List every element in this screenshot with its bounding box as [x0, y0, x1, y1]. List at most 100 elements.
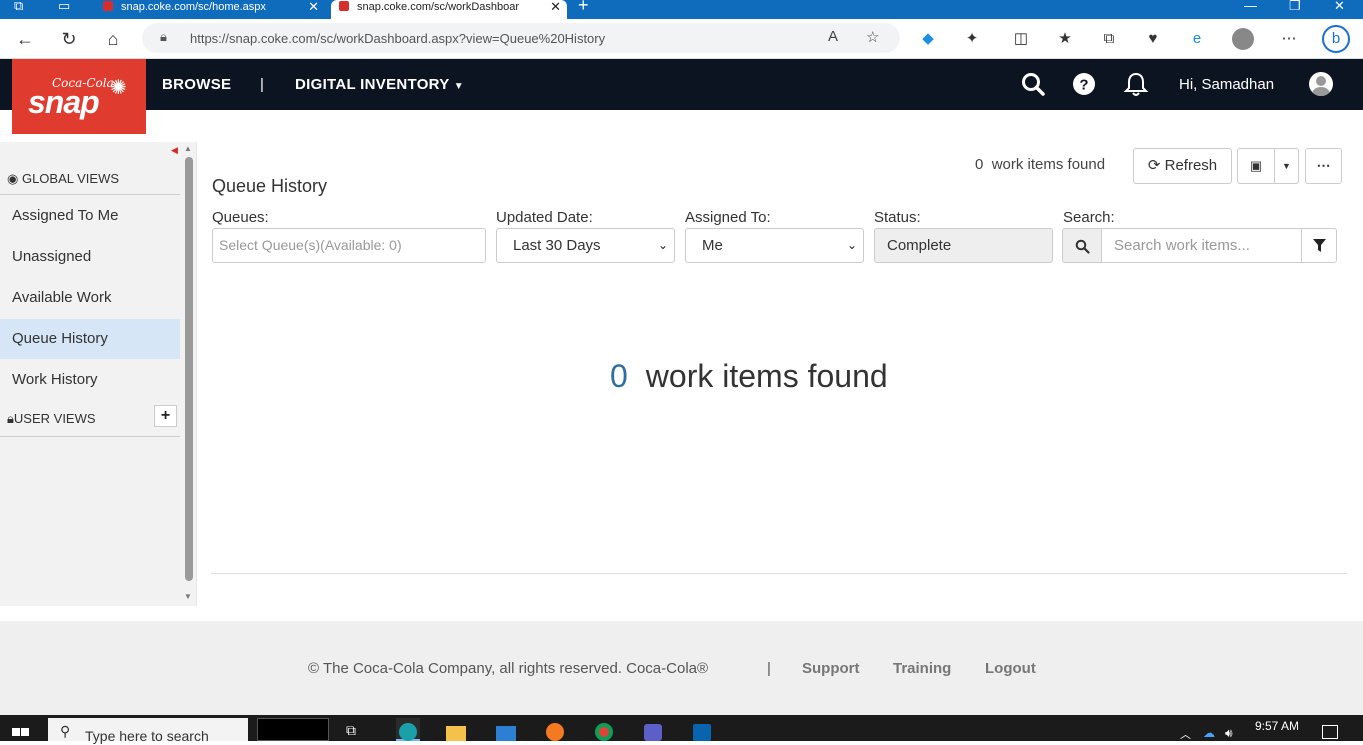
sidebar-item-assigned-to-me[interactable]: Assigned To Me: [0, 196, 180, 236]
chrome-icon[interactable]: [592, 718, 616, 741]
extensions-puzzle-icon[interactable]: ✦: [961, 28, 983, 50]
snap-favicon-icon: [103, 1, 113, 11]
assigned-to-select[interactable]: Me ⌄: [685, 228, 864, 263]
browser-essentials-icon[interactable]: ♥: [1142, 28, 1164, 50]
extension-shield-icon[interactable]: ◆: [917, 28, 939, 50]
assigned-to-value: Me: [702, 237, 723, 254]
tab-work-dashboard[interactable]: snap.coke.com/sc/workDashboar ✕: [331, 0, 567, 19]
refresh-button[interactable]: ⟳ Refresh: [1133, 148, 1232, 184]
logout-link[interactable]: Logout: [985, 660, 1036, 677]
refresh-label: Refresh: [1164, 157, 1218, 174]
global-views-heading: ◉ GLOBAL VIEWS: [7, 171, 119, 187]
add-user-view-button[interactable]: +: [154, 405, 177, 427]
taskbar-search-placeholder: Type here to search: [85, 728, 209, 744]
outlook-icon[interactable]: [690, 718, 714, 741]
save-view-button[interactable]: ▣: [1237, 148, 1275, 184]
close-tab-icon[interactable]: ✕: [550, 0, 561, 14]
tab-home[interactable]: snap.coke.com/sc/home.aspx ✕: [97, 0, 325, 19]
sidebar-item-available-work[interactable]: Available Work: [0, 278, 180, 318]
new-tab-icon[interactable]: +: [578, 0, 589, 14]
browser-toolbar: ← ↻ ⌂ 🔒︎ https://snap.coke.com/sc/workDa…: [0, 19, 1363, 59]
task-view-icon[interactable]: ⧉: [346, 722, 370, 745]
volume-icon[interactable]: 🔊︎: [1225, 726, 1233, 741]
reload-icon[interactable]: ↻: [57, 27, 81, 51]
file-explorer-icon[interactable]: [444, 718, 468, 741]
chevron-down-icon: ⌄: [657, 238, 668, 252]
tab-title: snap.coke.com/sc/workDashboar: [357, 1, 520, 13]
close-tab-icon[interactable]: ✕: [308, 0, 319, 14]
collapse-sidebar-icon[interactable]: ◀: [171, 145, 178, 156]
collections-icon[interactable]: ⧉: [1098, 28, 1120, 50]
queues-label: Queues:: [212, 209, 269, 226]
count-label: work items found: [991, 156, 1106, 173]
show-hidden-icons-chevron-icon[interactable]: ︿: [1180, 726, 1191, 742]
minimize-icon[interactable]: —: [1244, 0, 1257, 12]
close-window-icon[interactable]: ✕: [1334, 0, 1345, 12]
tab-title: snap.coke.com/sc/home.aspx: [121, 1, 266, 13]
mail-icon[interactable]: [494, 718, 518, 741]
training-link[interactable]: Training: [893, 660, 951, 677]
filter-funnel-icon: [1313, 239, 1326, 252]
favorites-icon[interactable]: ★: [1054, 28, 1076, 50]
teams-icon[interactable]: [641, 718, 665, 741]
restore-icon[interactable]: ❐: [1289, 0, 1301, 12]
nav-separator: |: [260, 76, 265, 93]
windows-start-icon[interactable]: [10, 718, 34, 741]
notification-center-icon[interactable]: [1322, 725, 1338, 739]
divider: [0, 436, 180, 437]
firefox-icon[interactable]: [543, 718, 567, 741]
url-text[interactable]: https://snap.coke.com/sc/workDashboard.a…: [190, 31, 605, 46]
tab-actions-icon[interactable]: ▭: [58, 0, 70, 12]
search-icon: [1075, 239, 1090, 254]
profile-icon[interactable]: [1232, 28, 1254, 50]
lock-icon[interactable]: 🔒︎: [160, 29, 167, 45]
footer-separator: |: [767, 660, 771, 677]
edge-taskbar-icon[interactable]: [396, 718, 420, 741]
coca-cola-app-icon[interactable]: [257, 718, 329, 741]
address-bar[interactable]: 🔒︎ https://snap.coke.com/sc/workDashboar…: [142, 23, 900, 53]
sidebar-item-queue-history[interactable]: Queue History: [0, 319, 180, 359]
home-icon[interactable]: ⌂: [101, 27, 125, 51]
page-title: Queue History: [212, 176, 328, 196]
back-icon[interactable]: ←: [13, 27, 37, 51]
count-value: 0: [975, 156, 984, 173]
favorite-star-icon[interactable]: ☆: [866, 28, 879, 46]
more-actions-button[interactable]: ⋯: [1305, 148, 1342, 184]
snap-logo[interactable]: Coca-Cola snap ✺: [12, 59, 146, 134]
copyright-text: © The Coca-Cola Company, all rights rese…: [308, 660, 709, 677]
user-avatar[interactable]: [1309, 72, 1333, 96]
queues-select[interactable]: Select Queue(s)(Available: 0): [212, 228, 486, 263]
help-icon[interactable]: ?: [1071, 71, 1097, 97]
globe-icon: ◉: [7, 171, 19, 186]
support-link[interactable]: Support: [802, 660, 860, 677]
user-greeting[interactable]: Hi, Samadhan: [1179, 76, 1274, 93]
workspaces-icon[interactable]: ⧉: [14, 0, 23, 12]
save-options-dropdown[interactable]: ▼: [1274, 148, 1299, 184]
bing-copilot-icon[interactable]: b: [1322, 25, 1350, 53]
user-views-label: USER VIEWS: [13, 411, 96, 426]
ie-mode-icon[interactable]: e: [1186, 28, 1208, 50]
nav-digital-inventory[interactable]: DIGITAL INVENTORY ▼: [295, 76, 464, 93]
search-input[interactable]: Search work items...: [1101, 228, 1302, 263]
filter-button[interactable]: [1301, 228, 1337, 263]
updated-date-value: Last 30 Days: [513, 237, 601, 254]
notifications-bell-icon[interactable]: [1123, 71, 1149, 97]
more-options-icon[interactable]: ⋯: [1278, 28, 1300, 50]
sidebar-item-unassigned[interactable]: Unassigned: [0, 237, 180, 277]
updated-date-select[interactable]: Last 30 Days ⌄: [496, 228, 675, 263]
taskbar-clock[interactable]: 9:57 AM: [1255, 719, 1299, 733]
search-icon[interactable]: [1020, 71, 1046, 97]
status-label: Status:: [874, 209, 921, 226]
onedrive-cloud-icon[interactable]: ☁: [1203, 726, 1215, 740]
refresh-icon: ⟳: [1147, 157, 1161, 174]
split-screen-icon[interactable]: ◫: [1010, 28, 1032, 50]
caret-down-icon: ▼: [1282, 161, 1291, 171]
nav-browse[interactable]: BROWSE: [162, 76, 231, 93]
snap-wordmark: snap: [28, 84, 100, 120]
user-views-heading: 🔒︎USER VIEWS: [7, 411, 96, 427]
taskbar-search[interactable]: ⚲ Type here to search: [48, 718, 248, 744]
read-aloud-icon[interactable]: A: [828, 28, 838, 45]
scroll-down-icon[interactable]: ▼: [184, 592, 192, 601]
scroll-up-icon[interactable]: ▲: [184, 144, 192, 153]
lock-icon: 🔒︎: [7, 411, 14, 426]
